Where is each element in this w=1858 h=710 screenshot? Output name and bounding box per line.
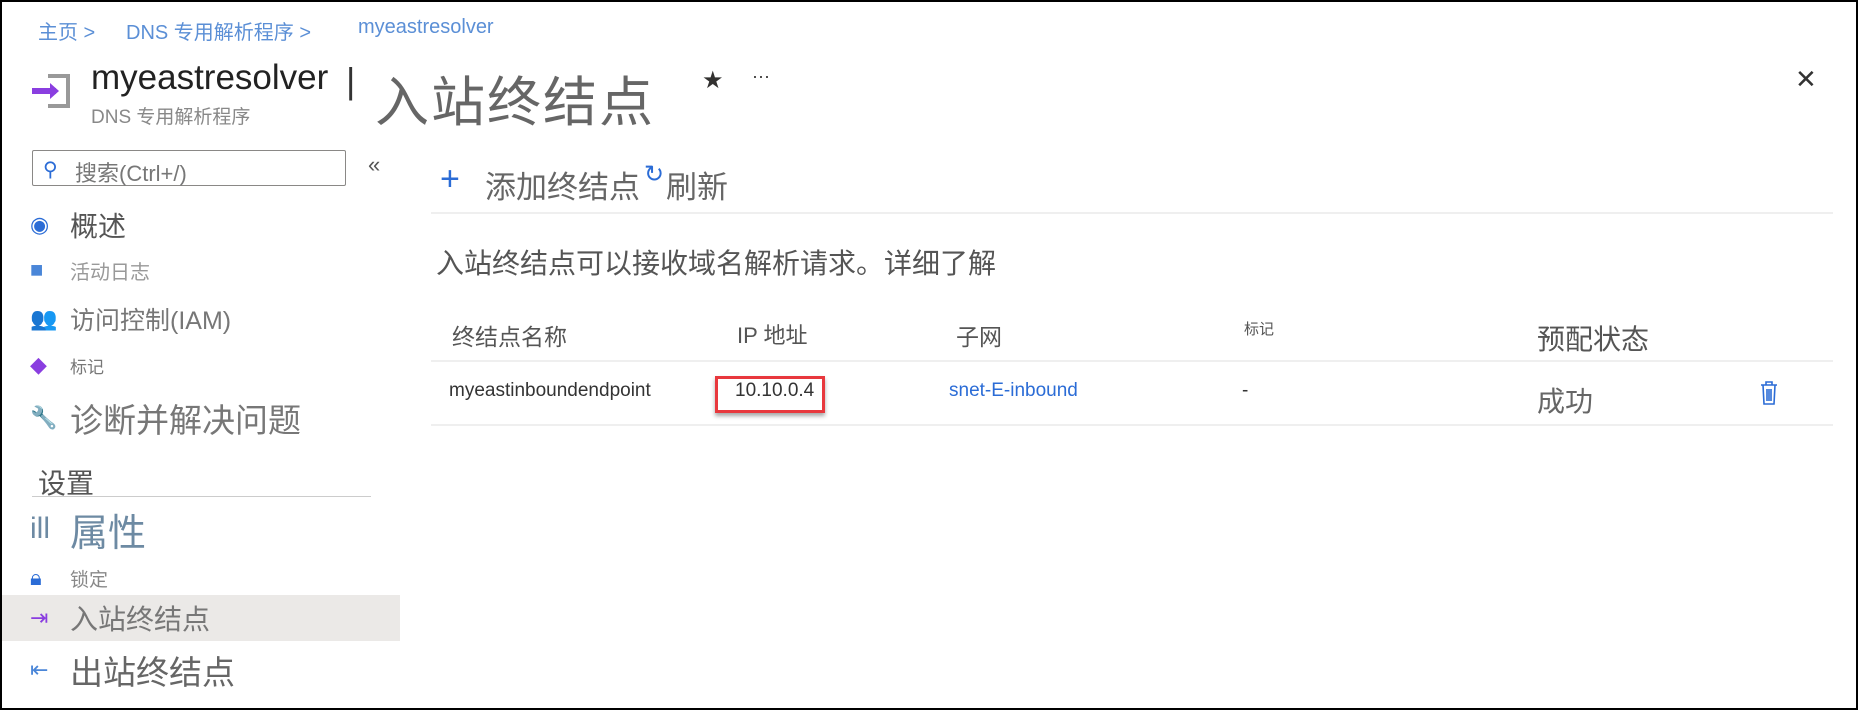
description: 入站终结点可以接收域名解析请求。详细了解: [436, 242, 996, 282]
search-placeholder: 搜索(Ctrl+/): [75, 161, 187, 186]
header-divider: [431, 360, 1833, 362]
inbound-icon: ⇥: [30, 605, 49, 630]
sidebar-item-label: 访问控制(IAM): [70, 307, 232, 335]
sidebar-item-label: 诊断并解决问题: [70, 402, 301, 439]
sidebar-item-label: 出站终结点: [70, 654, 235, 691]
learn-more-link[interactable]: 详细了解: [884, 248, 996, 279]
column-header-ip[interactable]: IP 地址: [737, 318, 808, 350]
sidebar-item-label: 锁定: [70, 569, 109, 591]
sidebar-item-overview[interactable]: ◉ 概述: [2, 202, 400, 248]
sidebar-item-tags[interactable]: ◆ 标记: [2, 342, 400, 388]
inbound-endpoint-icon: [32, 74, 70, 108]
lock-icon: 🔒︎: [30, 565, 42, 590]
wrench-icon: 🔧: [30, 405, 58, 430]
column-header-name[interactable]: 终结点名称: [452, 318, 567, 352]
sidebar-item-label: 活动日志: [70, 261, 150, 284]
tag-icon: ◆: [30, 352, 47, 377]
sidebar-item-outbound-endpoints[interactable]: ⇤ 出站终结点: [2, 647, 400, 693]
refresh-icon: ↻: [644, 161, 665, 188]
endpoint-ip: 10.10.0.4: [735, 380, 815, 401]
sidebar-search[interactable]: ⚲ 搜索(Ctrl+/): [32, 150, 346, 186]
sidebar-item-label: 标记: [70, 357, 104, 377]
sidebar-item-diagnose[interactable]: 🔧 诊断并解决问题: [2, 395, 400, 441]
outbound-icon: ⇤: [30, 657, 49, 682]
globe-icon: ◉: [30, 212, 50, 237]
breadcrumb-home[interactable]: 主页 >: [38, 16, 95, 45]
sidebar-item-label: 概述: [70, 211, 127, 242]
page-title: 入站终结点: [375, 73, 655, 133]
breadcrumb-dns-resolver[interactable]: DNS 专用解析程序 >: [126, 16, 311, 45]
title-separator: |: [346, 60, 356, 101]
breadcrumb-current[interactable]: myeastresolver: [358, 16, 494, 39]
plus-icon: +: [440, 160, 460, 198]
subnet-link[interactable]: snet-E-inbound: [949, 380, 1078, 402]
delete-icon[interactable]: [1760, 380, 1778, 406]
column-header-tags[interactable]: 标记: [1244, 318, 1274, 339]
sidebar-item-label: 属性: [70, 512, 147, 555]
section-divider: [32, 496, 371, 497]
favorite-star-icon[interactable]: ★: [702, 66, 724, 95]
log-icon: ■: [30, 257, 44, 282]
sidebar-item-activity-log[interactable]: ■ 活动日志: [2, 247, 400, 293]
add-endpoint-button[interactable]: 添加终结点: [485, 162, 640, 207]
sidebar-item-iam[interactable]: 👥 访问控制(IAM): [2, 296, 400, 342]
endpoint-name[interactable]: myeastinboundendpoint: [449, 380, 651, 402]
search-icon: ⚲: [43, 159, 58, 181]
endpoint-tags: -: [1242, 380, 1249, 401]
close-button[interactable]: ✕: [1795, 64, 1817, 95]
more-options-button[interactable]: ···: [752, 66, 770, 87]
toolbar-divider: [431, 212, 1833, 214]
refresh-button[interactable]: 刷新: [666, 162, 728, 207]
column-header-status[interactable]: 预配状态: [1537, 318, 1649, 358]
sidebar-item-inbound-endpoints[interactable]: ⇥ 入站终结点: [2, 595, 400, 641]
sidebar-item-properties[interactable]: ill 属性: [2, 504, 400, 555]
properties-icon: ill: [30, 512, 50, 545]
people-icon: 👥: [30, 306, 58, 331]
row-divider: [431, 424, 1833, 426]
resource-name: myeastresolver: [91, 58, 329, 97]
resource-type: DNS 专用解析程序: [91, 107, 251, 128]
description-text: 入站终结点可以接收域名解析请求。: [436, 248, 885, 279]
collapse-sidebar-button[interactable]: «: [368, 152, 380, 178]
provisioning-status: 成功: [1537, 386, 1594, 417]
sidebar-item-label: 入站终结点: [70, 604, 211, 635]
column-header-subnet[interactable]: 子网: [956, 318, 1002, 352]
